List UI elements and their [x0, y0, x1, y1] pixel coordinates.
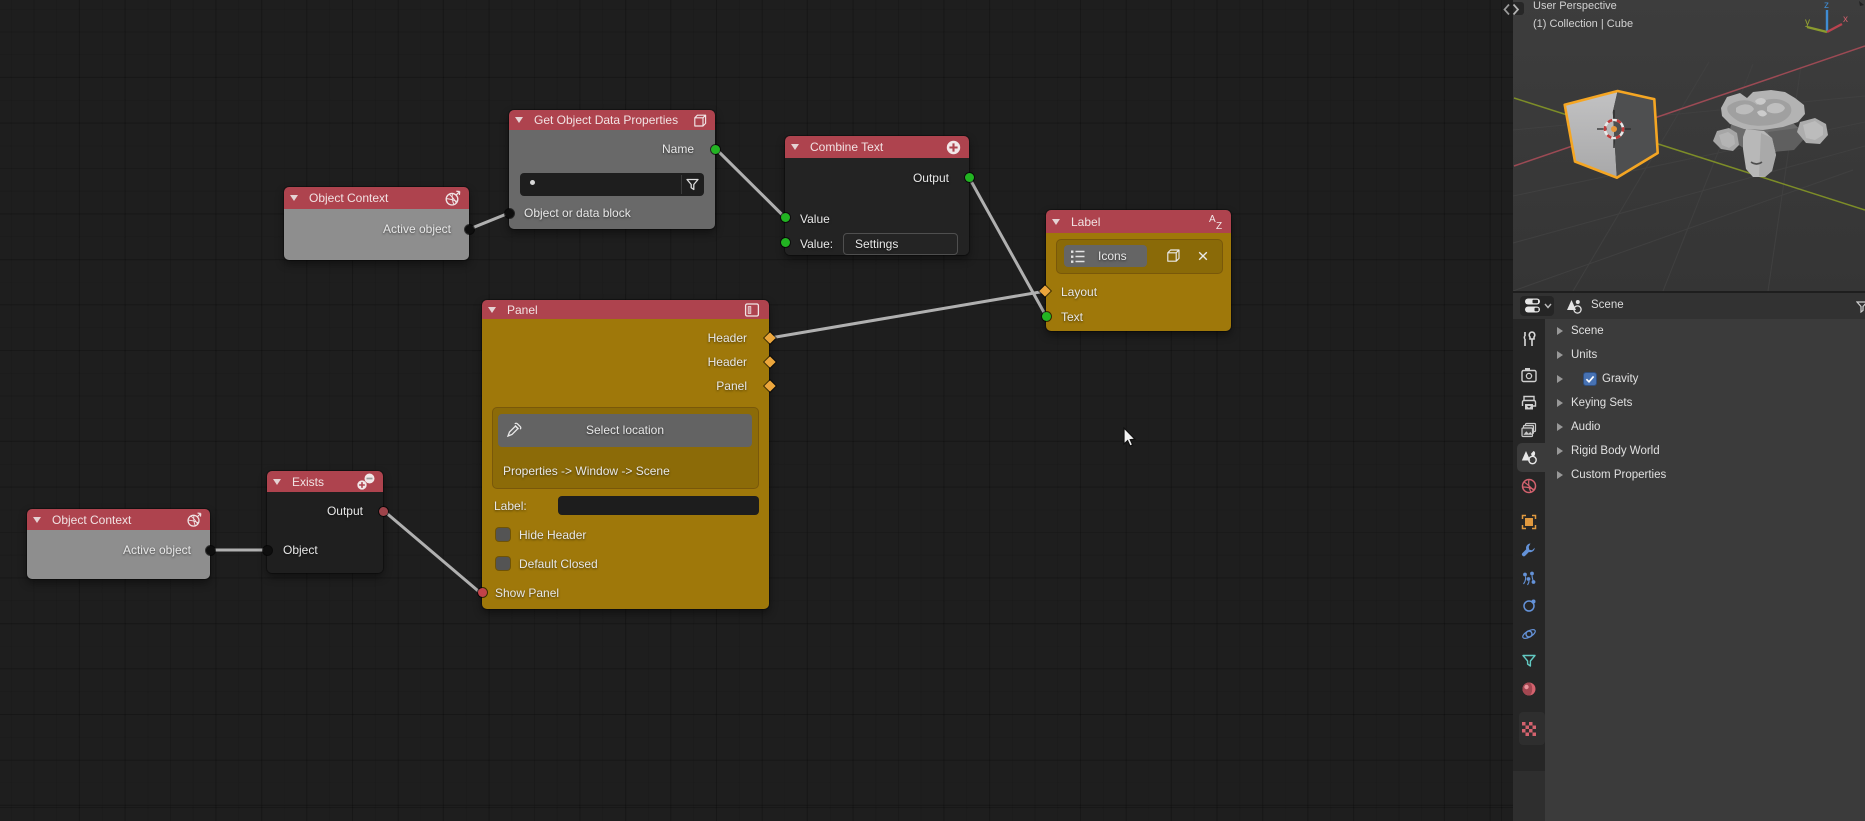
svg-text:z: z — [1824, 0, 1829, 11]
svg-text:y: y — [1805, 17, 1810, 28]
svg-text:Z: Z — [1216, 221, 1222, 231]
svg-text:A: A — [1209, 214, 1216, 225]
svg-text:(1) Collection | Cube: (1) Collection | Cube — [1533, 18, 1633, 30]
svg-text:x: x — [1843, 14, 1848, 25]
svg-text:User Perspective: User Perspective — [1533, 0, 1617, 12]
